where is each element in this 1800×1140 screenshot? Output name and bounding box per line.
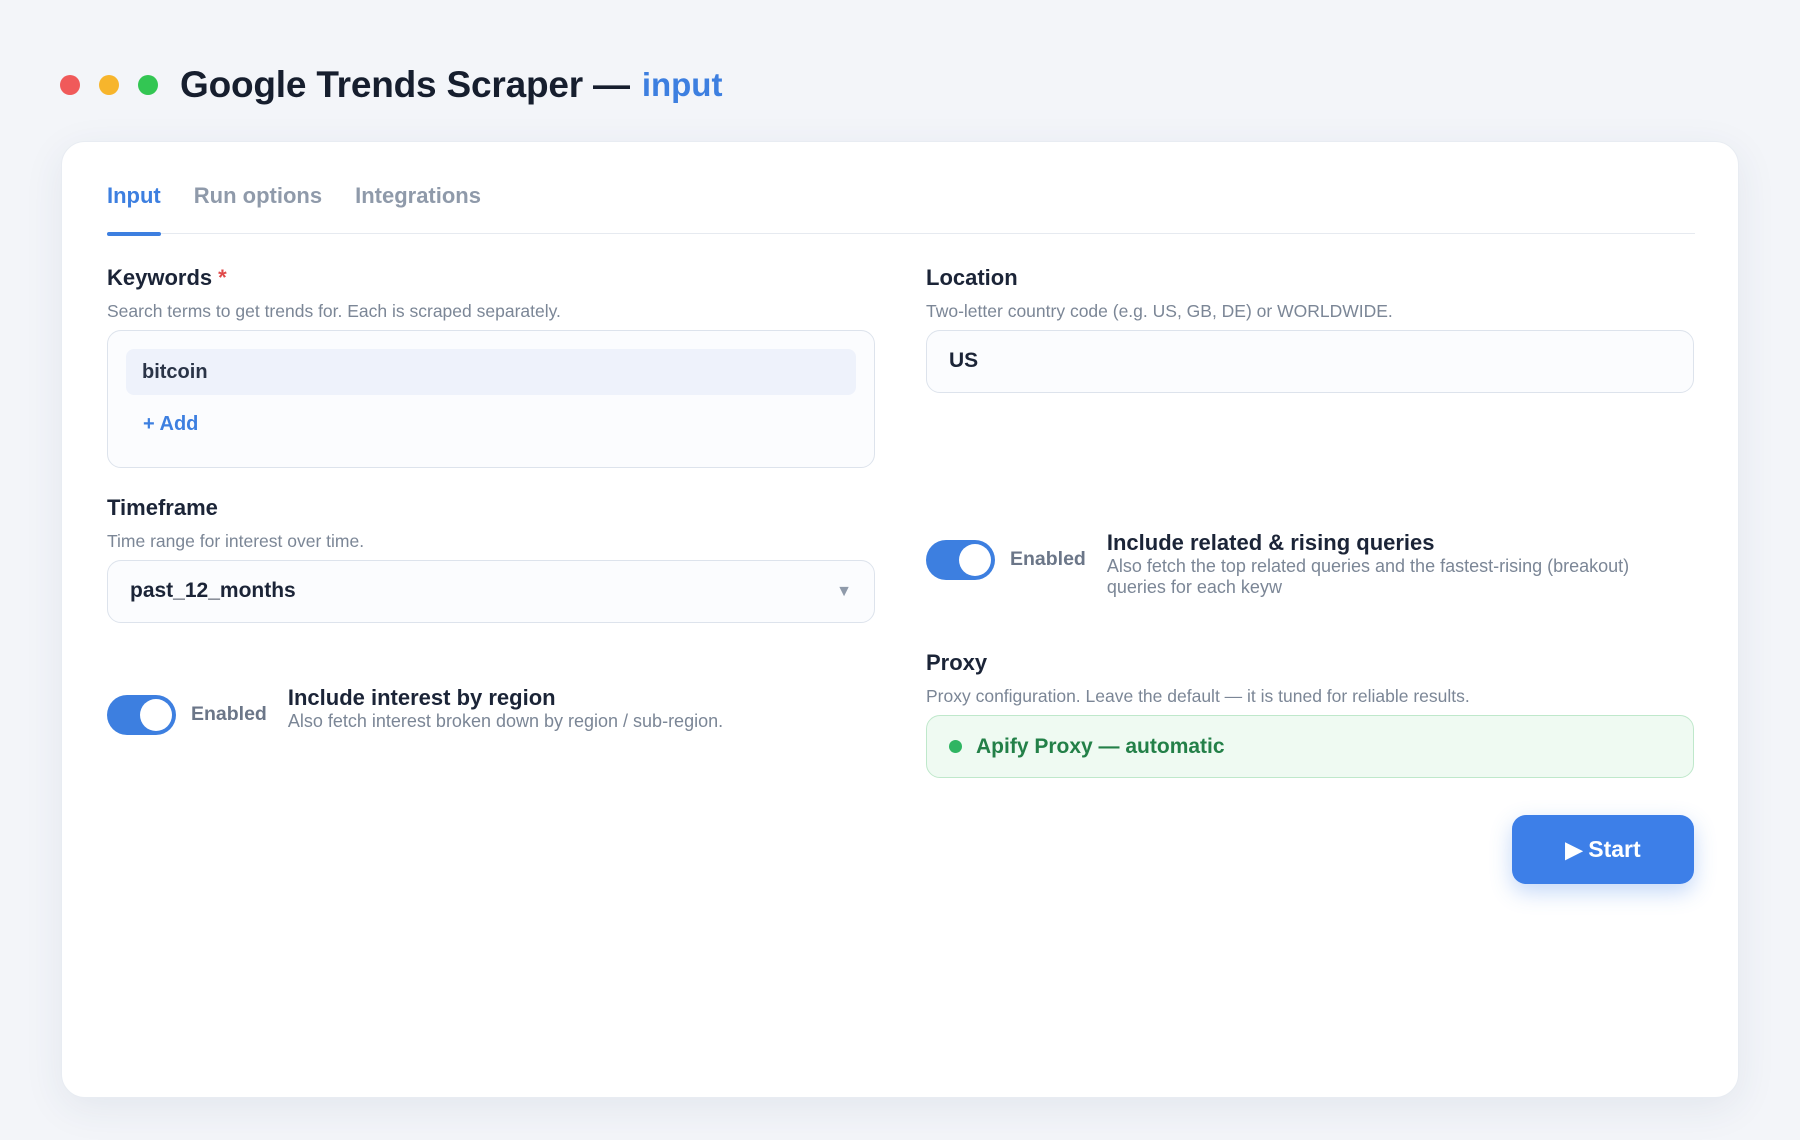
timeframe-label: Timeframe bbox=[107, 495, 218, 520]
timeframe-selected-value: past_12_months bbox=[130, 579, 296, 602]
keyword-item[interactable]: bitcoin bbox=[126, 349, 856, 395]
app-title: Google Trends Scraper — bbox=[180, 64, 630, 105]
input-form-card: Input Run options Integrations Keywords *… bbox=[61, 141, 1739, 1098]
timeframe-help: Time range for interest over time. bbox=[107, 531, 365, 551]
related-queries-toggle[interactable] bbox=[926, 540, 995, 580]
related-queries-title: Include related & rising queries bbox=[1106, 530, 1435, 555]
interest-by-region-title: Include interest by region bbox=[287, 685, 556, 710]
window-titlebar: Google Trends Scraper — input bbox=[60, 62, 722, 108]
related-queries-option: Enabled Include related & rising queries… bbox=[926, 530, 1667, 598]
interest-by-region-state: Enabled bbox=[191, 703, 267, 725]
maximize-window-button[interactable] bbox=[138, 75, 158, 95]
toggle-knob bbox=[140, 699, 172, 731]
tab-run-options[interactable]: Run options bbox=[194, 180, 322, 234]
location-input[interactable]: US bbox=[926, 330, 1694, 393]
minimize-window-button[interactable] bbox=[99, 75, 119, 95]
keywords-help: Search terms to get trends for. Each is … bbox=[107, 301, 561, 321]
proxy-value: Apify Proxy — automatic bbox=[976, 734, 1225, 758]
close-window-button[interactable] bbox=[60, 75, 80, 95]
app-subtitle: input bbox=[641, 66, 723, 103]
tab-bar: Input Run options Integrations bbox=[107, 180, 1695, 236]
interest-by-region-toggle[interactable] bbox=[107, 695, 176, 735]
proxy-field-header: Proxy Proxy configuration. Leave the def… bbox=[926, 650, 1470, 707]
required-marker: * bbox=[218, 265, 227, 290]
interest-by-region-text: Include interest by region Also fetch in… bbox=[288, 685, 723, 732]
related-queries-description: Also fetch the top related queries and t… bbox=[1106, 556, 1630, 597]
location-help: Two-letter country code (e.g. US, GB, DE… bbox=[926, 301, 1393, 321]
status-dot-icon bbox=[949, 740, 962, 753]
keywords-list: bitcoin + Add bbox=[107, 330, 875, 468]
interest-by-region-description: Also fetch interest broken down by regio… bbox=[287, 711, 724, 731]
toggle-knob bbox=[959, 544, 991, 576]
interest-by-region-option: Enabled Include interest by region Also … bbox=[107, 685, 723, 735]
chevron-down-icon: ▼ bbox=[836, 583, 852, 600]
add-keyword-button[interactable]: + Add bbox=[143, 413, 198, 436]
proxy-label: Proxy bbox=[926, 650, 988, 675]
proxy-help: Proxy configuration. Leave the default —… bbox=[926, 686, 1470, 706]
tab-integrations[interactable]: Integrations bbox=[355, 180, 481, 234]
timeframe-select[interactable]: past_12_months ▼ bbox=[107, 560, 875, 623]
keywords-field-header: Keywords * Search terms to get trends for… bbox=[107, 265, 561, 322]
location-field-header: Location Two-letter country code (e.g. U… bbox=[926, 265, 1393, 322]
tab-input[interactable]: Input bbox=[107, 180, 161, 236]
timeframe-field-header: Timeframe Time range for interest over t… bbox=[107, 495, 364, 552]
related-queries-state: Enabled bbox=[1010, 548, 1086, 570]
location-label: Location bbox=[926, 265, 1018, 290]
proxy-config-selector[interactable]: Apify Proxy — automatic bbox=[926, 715, 1694, 778]
start-button[interactable]: ▶ Start bbox=[1512, 815, 1694, 884]
play-icon: ▶ bbox=[1565, 836, 1583, 862]
related-queries-text: Include related & rising queries Also fe… bbox=[1107, 530, 1667, 598]
keywords-label: Keywords * bbox=[107, 265, 227, 290]
start-button-label: Start bbox=[1588, 836, 1641, 862]
